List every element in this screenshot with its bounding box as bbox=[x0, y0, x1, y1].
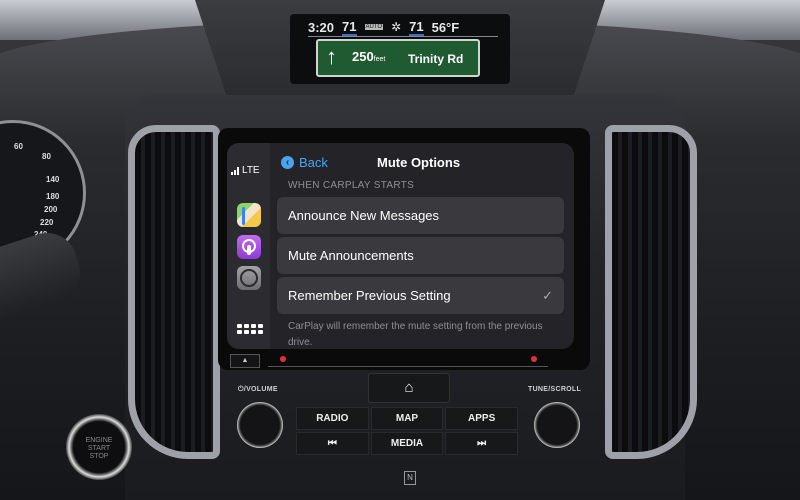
back-button[interactable]: ‹ Back bbox=[281, 155, 328, 170]
map-button[interactable]: MAP bbox=[370, 407, 444, 430]
volume-label: ⏻/VOLUME bbox=[238, 386, 278, 393]
app-grid-icon[interactable] bbox=[237, 324, 263, 334]
eject-button[interactable]: ▲ bbox=[230, 354, 260, 368]
air-vent-right[interactable] bbox=[605, 125, 697, 459]
apps-button[interactable]: APPS bbox=[445, 407, 518, 430]
nfc-icon: N bbox=[404, 471, 416, 485]
gauge-number: 60 bbox=[14, 142, 23, 151]
signal-icon bbox=[231, 166, 239, 175]
maps-icon[interactable] bbox=[237, 203, 261, 227]
temp-right: 71 bbox=[409, 18, 424, 36]
carplay-screen: LTE ‹ Back Mute Options WHEN CARPLAY STA… bbox=[227, 143, 574, 349]
gauge-number: 80 bbox=[42, 152, 51, 161]
climate-mode: AUTO bbox=[364, 24, 384, 30]
clock: 3:20 bbox=[308, 19, 335, 35]
checkmark-icon: ✓ bbox=[542, 287, 553, 303]
option-remember-previous-setting[interactable]: Remember Previous Setting ✓ bbox=[277, 277, 564, 314]
indicator-led bbox=[531, 356, 537, 362]
network-label: LTE bbox=[242, 165, 260, 176]
media-button[interactable]: MEDIA bbox=[370, 432, 444, 455]
podcasts-icon[interactable] bbox=[237, 235, 261, 259]
tune-label: TUNE/SCROLL bbox=[528, 386, 582, 393]
previous-track-button[interactable]: ⏮ bbox=[296, 432, 369, 455]
option-announce-new-messages[interactable]: Announce New Messages bbox=[277, 197, 564, 234]
distance-unit: feet bbox=[373, 56, 386, 63]
engine-start-label: ENGINE START STOP bbox=[66, 437, 132, 461]
up-arrow-icon: ↑ bbox=[326, 44, 337, 69]
air-vent-left[interactable] bbox=[128, 125, 220, 459]
outside-temp: 56°F bbox=[431, 19, 460, 35]
turn-by-turn-sign: ↑ 250feet Trinity Rd bbox=[316, 39, 480, 77]
settings-icon[interactable] bbox=[237, 266, 261, 290]
gauge-number: 220 bbox=[40, 218, 54, 227]
nav-distance: 250feet bbox=[352, 49, 385, 64]
option-label: Announce New Messages bbox=[288, 208, 440, 223]
footer-description: CarPlay will remember the mute setting f… bbox=[288, 321, 543, 348]
temp-left: 71 bbox=[342, 18, 357, 36]
option-label: Mute Announcements bbox=[288, 248, 414, 263]
radio-button[interactable]: RADIO bbox=[296, 407, 369, 430]
section-header: WHEN CARPLAY STARTS bbox=[288, 180, 415, 191]
gauge-number: 200 bbox=[44, 205, 58, 214]
head-unit-buttons: RADIO MAP APPS ⏮ MEDIA ⏭ bbox=[296, 407, 518, 455]
option-mute-announcements[interactable]: Mute Announcements bbox=[277, 237, 564, 274]
mute-options-panel: ‹ Back Mute Options WHEN CARPLAY STARTS … bbox=[277, 143, 574, 349]
indicator-led bbox=[280, 356, 286, 362]
next-track-button[interactable]: ⏭ bbox=[445, 432, 518, 455]
back-label: Back bbox=[299, 155, 328, 170]
gauge-number: 180 bbox=[46, 192, 60, 201]
disc-slot bbox=[268, 354, 548, 367]
nav-road-name: Trinity Rd bbox=[408, 52, 464, 66]
climate-status-bar: 3:20 71 AUTO ✲ 71 56°F bbox=[308, 18, 498, 37]
distance-value: 250 bbox=[352, 49, 374, 64]
chevron-left-icon: ‹ bbox=[281, 156, 294, 169]
carplay-dock: LTE bbox=[227, 143, 270, 349]
fan-icon: ✲ bbox=[391, 20, 402, 34]
home-button[interactable]: ⌂ bbox=[368, 373, 450, 403]
option-label: Remember Previous Setting bbox=[288, 288, 451, 303]
volume-knob[interactable] bbox=[237, 402, 283, 448]
page-title: Mute Options bbox=[377, 155, 461, 170]
status-bar: LTE bbox=[231, 165, 260, 176]
gauge-number: 140 bbox=[46, 175, 60, 184]
engine-label-line: ENGINE bbox=[85, 437, 113, 444]
engine-label-line: STOP bbox=[89, 453, 109, 460]
engine-label-line: START bbox=[87, 445, 111, 452]
tune-scroll-knob[interactable] bbox=[534, 402, 580, 448]
